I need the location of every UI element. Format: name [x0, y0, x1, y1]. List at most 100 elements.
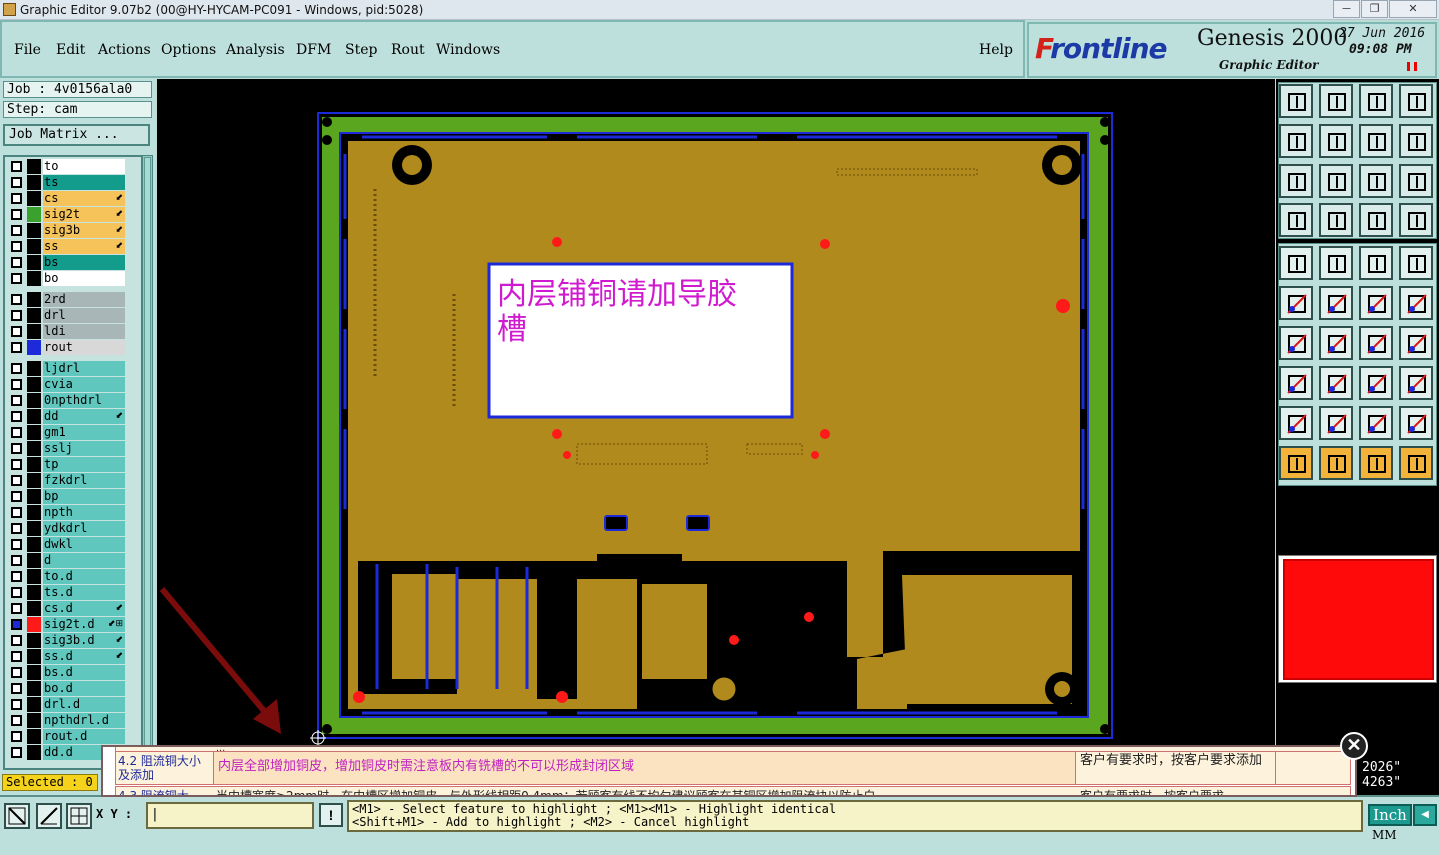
layer-color-swatch[interactable]: [27, 175, 41, 190]
layer-name[interactable]: dd: [43, 409, 125, 424]
layer-name[interactable]: fzkdrl: [43, 473, 125, 488]
layer-row-drl-d[interactable]: drl.d: [7, 697, 125, 712]
layer-checkbox[interactable]: [11, 241, 22, 252]
window-icon[interactable]: [1399, 84, 1433, 118]
add-feature-icon[interactable]: [1399, 286, 1433, 320]
layer-row-sig3b-d[interactable]: sig3b.d ⬋: [7, 633, 125, 648]
cross-delete-icon[interactable]: [1319, 286, 1353, 320]
line-edit-icon[interactable]: [1319, 326, 1353, 360]
layer-checkbox[interactable]: [11, 395, 22, 406]
layer-checkbox[interactable]: [11, 507, 22, 518]
layer-row-dd[interactable]: dd ⬋: [7, 409, 125, 424]
layer-name[interactable]: rout.d: [43, 729, 125, 744]
layer-name[interactable]: to.d: [43, 569, 125, 584]
layer-row-sslj[interactable]: sslj: [7, 441, 125, 456]
layer-row-sig2t[interactable]: sig2t ⬋: [7, 207, 125, 222]
rotate-icon[interactable]: [1359, 326, 1393, 360]
layer-name[interactable]: sslj: [43, 441, 125, 456]
layer-name[interactable]: ts: [43, 175, 125, 190]
layer-color-swatch[interactable]: [27, 665, 41, 680]
layer-color-swatch[interactable]: [27, 729, 41, 744]
layer-color-swatch[interactable]: [27, 393, 41, 408]
layer-checkbox[interactable]: [11, 715, 22, 726]
layer-color-swatch[interactable]: [27, 409, 41, 424]
layer-list-scrollbar[interactable]: [142, 155, 153, 770]
layer-checkbox[interactable]: [11, 294, 22, 305]
layer-color-swatch[interactable]: [27, 292, 41, 307]
layer-color-swatch[interactable]: [27, 585, 41, 600]
layer-checkbox[interactable]: [11, 683, 22, 694]
layer-name[interactable]: npth: [43, 505, 125, 520]
layer-name[interactable]: tp: [43, 457, 125, 472]
layer-checkbox[interactable]: [11, 731, 22, 742]
layer-row-ldi[interactable]: ldi: [7, 324, 125, 339]
menu-dfm[interactable]: DFM: [296, 42, 331, 58]
close-popup-button[interactable]: ✕: [1340, 732, 1368, 760]
layer-row-tp[interactable]: tp: [7, 457, 125, 472]
layer-checkbox[interactable]: [11, 273, 22, 284]
layer-checkbox[interactable]: [11, 427, 22, 438]
layer-color-swatch[interactable]: [27, 537, 41, 552]
pointer-box-icon[interactable]: [1319, 446, 1353, 480]
layer-row-ts[interactable]: ts: [7, 175, 125, 190]
layer-color-swatch[interactable]: [27, 340, 41, 355]
layer-name[interactable]: drl.d: [43, 697, 125, 712]
layer-row-ss-d[interactable]: ss.d ⬋: [7, 649, 125, 664]
help-icon[interactable]: [1399, 164, 1433, 198]
layer-name[interactable]: cvia: [43, 377, 125, 392]
layer-color-swatch[interactable]: [27, 713, 41, 728]
layer-row-2rd[interactable]: 2rd: [7, 292, 125, 307]
layer-row-cs-d[interactable]: cs.d ⬋: [7, 601, 125, 616]
layer-color-swatch[interactable]: [27, 377, 41, 392]
layer-checkbox[interactable]: [11, 667, 22, 678]
layer-name[interactable]: ts.d: [43, 585, 125, 600]
layer-name[interactable]: sig2t: [43, 207, 125, 222]
pause-icon[interactable]: [1407, 62, 1417, 71]
job-matrix-button[interactable]: Job Matrix ...: [3, 124, 150, 146]
connect-icon[interactable]: [1279, 286, 1313, 320]
layer-color-swatch[interactable]: [27, 324, 41, 339]
move-feature-icon[interactable]: [1359, 286, 1393, 320]
measure-tool-icon[interactable]: [36, 803, 62, 829]
layer-row-gm1[interactable]: gm1: [7, 425, 125, 440]
layer-color-swatch[interactable]: [27, 649, 41, 664]
line-icon[interactable]: [1279, 326, 1313, 360]
layer-row-bo[interactable]: bo: [7, 271, 125, 286]
layer-name[interactable]: ydkdrl: [43, 521, 125, 536]
layer-name[interactable]: 0npthdrl: [43, 393, 125, 408]
layer-checkbox[interactable]: [11, 539, 22, 550]
snap-point-icon[interactable]: [1279, 366, 1313, 400]
layer-checkbox[interactable]: [11, 225, 22, 236]
layer-name[interactable]: dwkl: [43, 537, 125, 552]
layer-checkbox[interactable]: [11, 491, 22, 502]
layer-color-swatch[interactable]: [27, 191, 41, 206]
layer-name[interactable]: bs: [43, 255, 125, 270]
menu-analysis[interactable]: Analysis: [226, 42, 285, 58]
triangle-alt-icon[interactable]: [1399, 406, 1433, 440]
layer-checkbox[interactable]: [11, 443, 22, 454]
triangle-icon[interactable]: [1319, 406, 1353, 440]
layer-row-dwkl[interactable]: dwkl: [7, 537, 125, 552]
layer-checkbox[interactable]: [11, 523, 22, 534]
layer-name[interactable]: d: [43, 553, 125, 568]
layer-color-swatch[interactable]: [27, 441, 41, 456]
layer-name[interactable]: ldi: [43, 324, 125, 339]
layer-color-swatch[interactable]: [27, 633, 41, 648]
layer-name[interactable]: gm1: [43, 425, 125, 440]
layer-name[interactable]: bo.d: [43, 681, 125, 696]
layer-name[interactable]: cs.d: [43, 601, 125, 616]
xy-input[interactable]: |: [146, 802, 314, 829]
layer-name[interactable]: drl: [43, 308, 125, 323]
menu-actions[interactable]: Actions: [98, 42, 151, 58]
pointer-icon[interactable]: [1279, 446, 1313, 480]
unit-dropdown-button[interactable]: ◀: [1413, 804, 1437, 826]
step-up-icon[interactable]: [1279, 84, 1313, 118]
layer-checkbox[interactable]: [11, 177, 22, 188]
layer-name[interactable]: bs.d: [43, 665, 125, 680]
layer-name[interactable]: bp: [43, 489, 125, 504]
restore-button[interactable]: ❐: [1361, 0, 1388, 18]
layer-color-swatch[interactable]: [27, 239, 41, 254]
layer-checkbox[interactable]: [11, 459, 22, 470]
layer-color-swatch[interactable]: [27, 308, 41, 323]
layer-color-swatch[interactable]: [27, 745, 41, 760]
